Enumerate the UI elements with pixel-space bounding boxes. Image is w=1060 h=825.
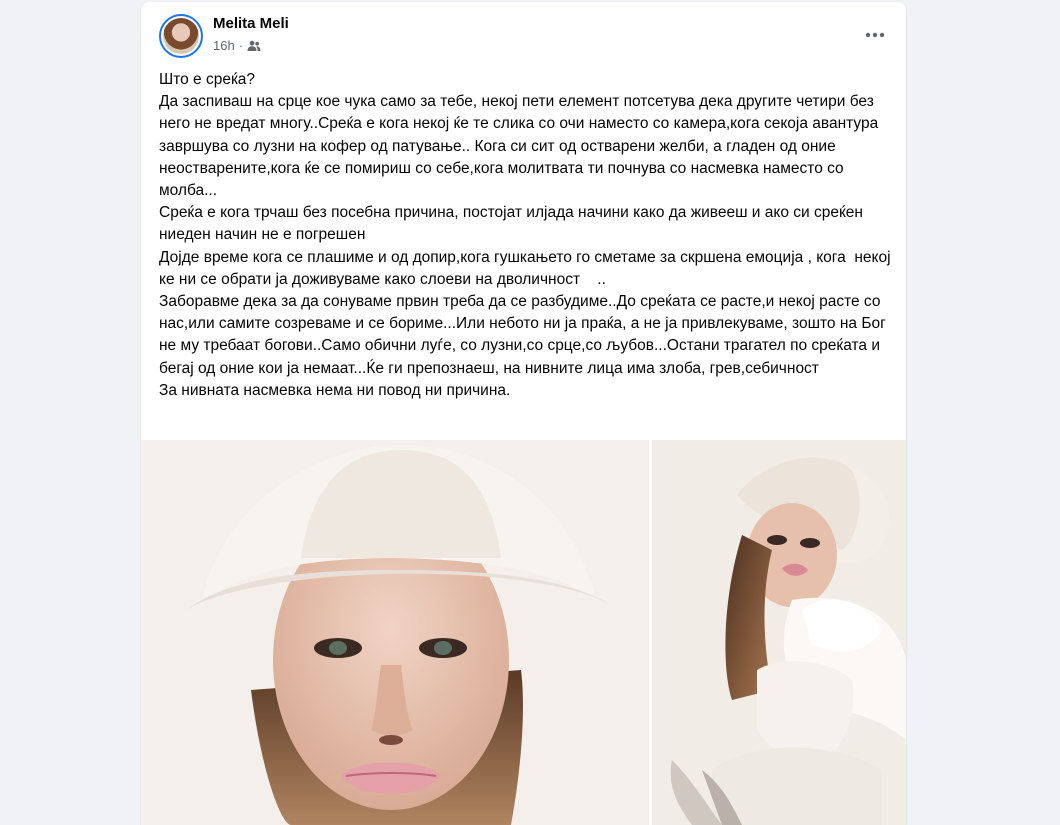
feed-post: Melita Meli 16h · Што е среќа? Да заспив… bbox=[141, 2, 906, 825]
author-name[interactable]: Melita Meli bbox=[213, 15, 289, 32]
avatar-photo bbox=[163, 18, 199, 54]
meta-separator: · bbox=[238, 38, 244, 53]
post-photo-2[interactable] bbox=[652, 440, 906, 825]
author-avatar[interactable] bbox=[159, 14, 203, 58]
post-timestamp[interactable]: 16h bbox=[213, 38, 235, 53]
photo-woman-white-hat-closeup bbox=[141, 440, 649, 825]
post-meta: 16h · bbox=[213, 38, 261, 53]
photo-woman-white-hat-fur bbox=[652, 440, 906, 825]
more-horizontal-icon bbox=[865, 32, 885, 38]
post-header: Melita Meli 16h · bbox=[141, 2, 906, 62]
more-options-button[interactable] bbox=[860, 20, 890, 50]
friends-icon[interactable] bbox=[247, 40, 261, 52]
post-text: Што е среќа? Да заспиваш на срце кое чук… bbox=[159, 71, 891, 399]
post-photo-1[interactable] bbox=[141, 440, 649, 825]
